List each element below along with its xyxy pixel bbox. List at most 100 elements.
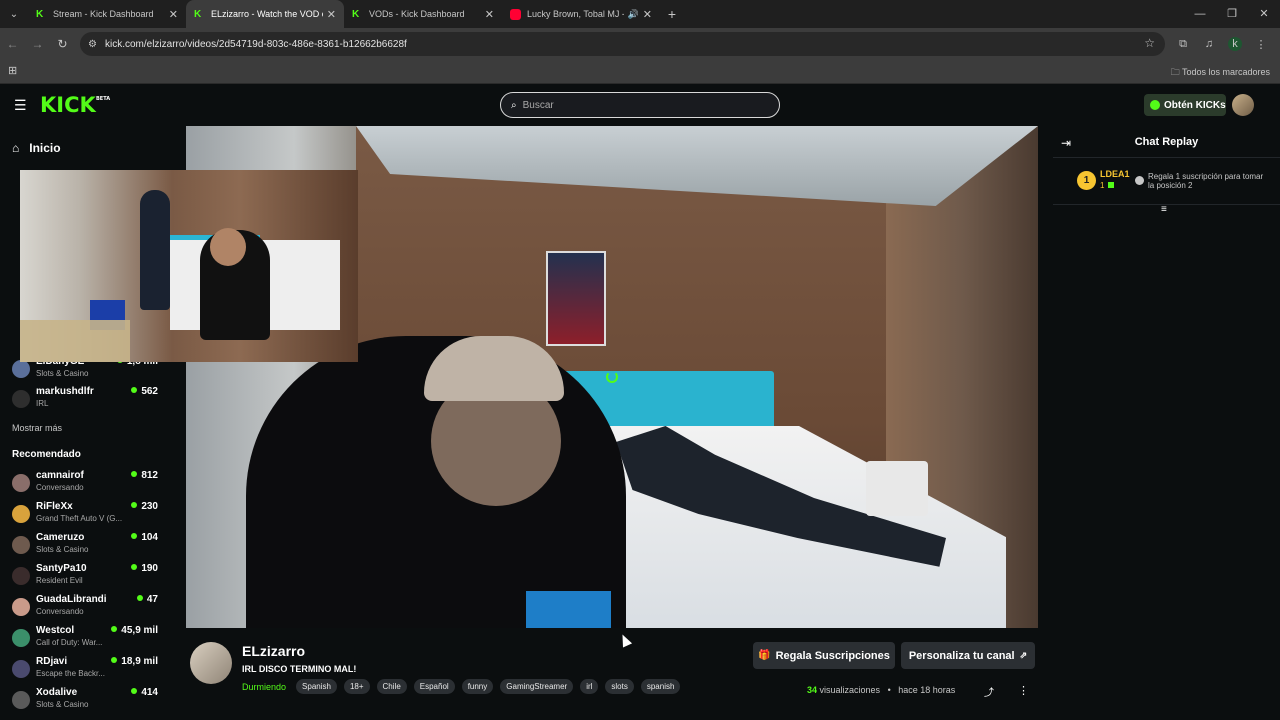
channel-name: GuadaLibrandi [36, 594, 107, 605]
youtube-favicon-icon [510, 8, 521, 20]
stream-title: IRL DISCO TERMINO MAL! [242, 664, 357, 674]
kick-favicon-icon: K [194, 8, 202, 20]
tag-chip[interactable]: Spanish [296, 679, 337, 694]
channel-category: Conversando [36, 483, 84, 492]
search-input[interactable]: ⌕ Buscar [500, 92, 780, 118]
sidebar-channel[interactable]: camnairof Conversando 812 [12, 470, 164, 498]
channel-avatar[interactable] [190, 642, 232, 684]
menu-kebab-icon[interactable]: ⋮ [1248, 38, 1274, 51]
expand-leaderboard-icon[interactable]: ≡ [1161, 204, 1167, 215]
video-frame-poster [546, 251, 606, 346]
chat-title: Chat Replay [1134, 136, 1199, 148]
browser-tab[interactable]: K VODs - Kick Dashboard ✕ [344, 0, 502, 28]
logo-text: KICK [40, 93, 96, 117]
loading-spinner-icon [606, 371, 618, 383]
avatar [12, 390, 30, 408]
hamburger-menu-icon[interactable]: ☰ [14, 97, 27, 114]
extensions-icon[interactable]: ⧉ [1170, 38, 1196, 51]
gifter-name[interactable]: LDEA1 [1100, 169, 1130, 179]
sidebar-item-home[interactable]: ⌂ Inicio [12, 141, 61, 155]
vod-meta: 34 visualizaciones • hace 18 horas [807, 685, 955, 695]
viewer-count: 230 [131, 501, 158, 512]
sidebar-channel[interactable]: SantyPa10 Resident Evil 190 [12, 563, 164, 591]
media-control-icon[interactable]: ♫ [1196, 38, 1222, 50]
avatar [12, 567, 30, 585]
all-bookmarks[interactable]: 🗀 Todos los marcadores [1171, 65, 1270, 81]
reload-icon[interactable]: ↻ [50, 37, 75, 51]
beta-badge: BETA [96, 96, 111, 102]
tab-search-dropdown-icon[interactable]: ⌄ [0, 0, 28, 28]
browser-tab[interactable]: K Stream - Kick Dashboard ✕ [28, 0, 186, 28]
get-kicks-label: Obtén KICKs [1164, 99, 1226, 111]
site-info-icon[interactable]: ⚙ [88, 39, 97, 50]
channel-category: Call of Duty: War... [36, 638, 103, 647]
avatar [12, 598, 30, 616]
kick-favicon-icon: K [36, 8, 44, 20]
close-tab-icon[interactable]: ✕ [643, 8, 652, 21]
speaker-icon[interactable]: 🔊 [628, 9, 639, 20]
sidebar-channel[interactable]: markushdlfr IRL 562 [12, 386, 164, 414]
tag-chip[interactable]: Chile [376, 679, 407, 694]
avatar [12, 536, 30, 554]
customize-channel-button[interactable]: Personaliza tu canal ⇗ [901, 642, 1035, 669]
channel-category: Slots & Casino [36, 700, 89, 709]
tag-chip[interactable]: slots [605, 679, 634, 694]
close-tab-icon[interactable]: ✕ [169, 8, 178, 21]
views-label: visualizaciones [819, 685, 881, 695]
sidebar-channel[interactable]: Westcol Call of Duty: War... 45,9 mil [12, 625, 164, 653]
channel-name[interactable]: ELzizarro [242, 643, 305, 659]
maximize-icon[interactable]: ❐ [1216, 0, 1248, 28]
forward-icon[interactable]: → [25, 37, 50, 51]
pip-chair [20, 320, 130, 362]
close-tab-icon[interactable]: ✕ [327, 8, 336, 21]
gift-icon [1135, 176, 1144, 185]
channel-name: camnairof [36, 470, 84, 481]
close-window-icon[interactable]: ✕ [1248, 0, 1280, 28]
customize-channel-label: Personaliza tu canal [908, 649, 1015, 662]
back-icon[interactable]: ← [0, 37, 25, 51]
sidebar-channel[interactable]: RDjavi Escape the Backr... 18,9 mil [12, 656, 164, 684]
profile-avatar[interactable]: k [1228, 37, 1242, 51]
get-kicks-button[interactable]: Obtén KICKs [1144, 94, 1226, 116]
sidebar-channel[interactable]: Xodalive Slots & Casino 414 [12, 687, 164, 715]
browser-tab[interactable]: Lucky Brown, Tobal MJ - ZO 🔊 ✕ [502, 0, 660, 28]
address-bar[interactable]: ⚙ kick.com/elzizarro/videos/2d54719d-803… [80, 32, 1165, 56]
gift-subs-button[interactable]: 🎁 Regala Suscripciones [753, 642, 895, 669]
minimize-icon[interactable]: — [1184, 0, 1216, 28]
tag-chip[interactable]: spanish [640, 679, 681, 694]
bookmark-star-icon[interactable]: ☆ [1144, 36, 1155, 50]
category-link[interactable]: Durmiendo [242, 682, 286, 692]
sidebar-channel[interactable]: Cameruzo Slots & Casino 104 [12, 532, 164, 560]
kick-logo[interactable]: KICK BETA [40, 93, 110, 117]
channel-category: Conversando [36, 607, 84, 616]
avatar [12, 360, 30, 378]
viewer-count: 47 [137, 594, 158, 605]
viewer-count: 190 [131, 563, 158, 574]
tag-chip[interactable]: funny [461, 679, 494, 694]
more-options-icon[interactable]: ⋮ [1018, 684, 1029, 697]
tag-chip[interactable]: irl [580, 679, 599, 694]
browser-tab-active[interactable]: K ELzizarro - Watch the VOD on K ✕ [186, 0, 344, 28]
tag-row: Durmiendo Spanish 18+ Chile Español funn… [242, 679, 687, 694]
sidebar-channel[interactable]: RiFleXx Grand Theft Auto V (G... 230 [12, 501, 164, 529]
share-icon[interactable]: ⤴ [984, 684, 994, 699]
new-tab-icon[interactable]: + [660, 6, 684, 22]
user-avatar[interactable] [1232, 94, 1254, 116]
tab-title: Stream - Kick Dashboard [53, 9, 154, 19]
channel-category: Grand Theft Auto V (G... [36, 514, 123, 523]
channel-name: Cameruzo [36, 532, 85, 543]
show-more-link[interactable]: Mostrar más [12, 423, 62, 433]
channel-category: Slots & Casino [36, 545, 89, 554]
apps-grid-icon[interactable]: ⊞ [8, 64, 17, 77]
bookmarks-bar: ⊞ 🗀 Todos los marcadores [0, 60, 1280, 84]
channel-category: Resident Evil [36, 576, 83, 585]
chat-panel: ⇥ Chat Replay 1 LDEA1 1 Regala 1 suscrip… [1053, 126, 1280, 720]
avatar [12, 474, 30, 492]
close-tab-icon[interactable]: ✕ [485, 8, 494, 21]
sidebar-channel[interactable]: GuadaLibrandi Conversando 47 [12, 594, 164, 622]
tag-chip[interactable]: 18+ [343, 679, 370, 694]
tag-chip[interactable]: GamingStreamer [500, 679, 574, 694]
tag-chip[interactable]: Español [413, 679, 455, 694]
picture-in-picture-video[interactable] [20, 170, 358, 362]
viewer-count: 812 [131, 470, 158, 481]
